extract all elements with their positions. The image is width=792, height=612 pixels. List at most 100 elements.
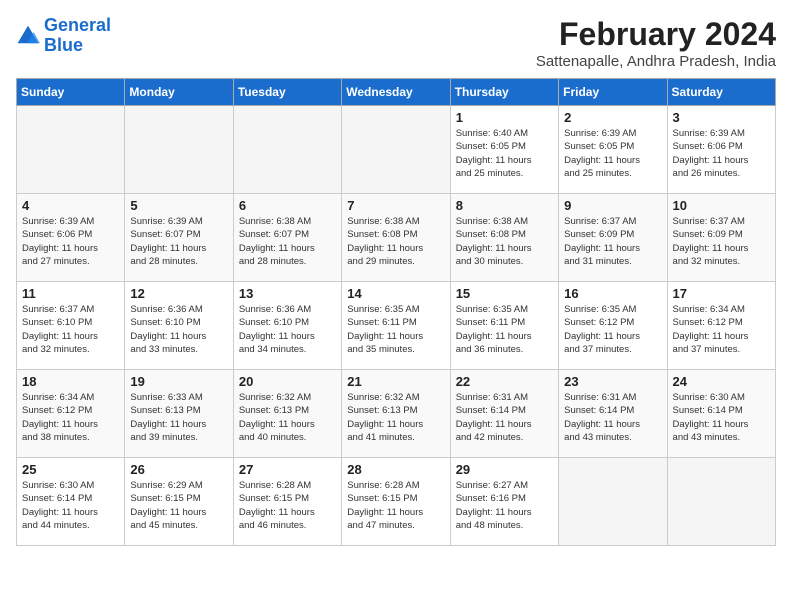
day-number: 16	[564, 286, 661, 301]
day-info: Sunrise: 6:37 AM Sunset: 6:09 PM Dayligh…	[564, 215, 661, 268]
day-cell: 3 Sunrise: 6:39 AM Sunset: 6:06 PM Daylig…	[667, 106, 775, 194]
location: Sattenapalle, Andhra Pradesh, India	[536, 53, 776, 70]
day-info: Sunrise: 6:35 AM Sunset: 6:12 PM Dayligh…	[564, 303, 661, 356]
day-info: Sunrise: 6:37 AM Sunset: 6:10 PM Dayligh…	[22, 303, 119, 356]
day-cell: 28 Sunrise: 6:28 AM Sunset: 6:15 PM Dayli…	[342, 458, 450, 546]
day-number: 4	[22, 198, 119, 213]
day-number: 28	[347, 462, 444, 477]
day-number: 7	[347, 198, 444, 213]
day-cell: 18Sunrise: 6:34 AM Sunset: 6:12 PM Dayli…	[17, 370, 125, 458]
day-cell: 17 Sunrise: 6:34 AM Sunset: 6:12 PM Dayli…	[667, 282, 775, 370]
day-cell: 29Sunrise: 6:27 AM Sunset: 6:16 PM Dayli…	[450, 458, 558, 546]
day-info: Sunrise: 6:39 AM Sunset: 6:06 PM Dayligh…	[673, 127, 770, 180]
day-info: Sunrise: 6:39 AM Sunset: 6:07 PM Dayligh…	[130, 215, 227, 268]
day-cell: 15 Sunrise: 6:35 AM Sunset: 6:11 PM Dayli…	[450, 282, 558, 370]
day-info: Sunrise: 6:36 AM Sunset: 6:10 PM Dayligh…	[130, 303, 227, 356]
day-cell	[125, 106, 233, 194]
day-cell: 2 Sunrise: 6:39 AM Sunset: 6:05 PM Daylig…	[559, 106, 667, 194]
day-info: Sunrise: 6:28 AM Sunset: 6:15 PM Dayligh…	[239, 479, 336, 532]
day-number: 23	[564, 374, 661, 389]
week-row-4: 18Sunrise: 6:34 AM Sunset: 6:12 PM Dayli…	[17, 370, 776, 458]
month-year: February 2024	[536, 16, 776, 53]
day-number: 22	[456, 374, 553, 389]
week-row-2: 4 Sunrise: 6:39 AM Sunset: 6:06 PM Daylig…	[17, 194, 776, 282]
day-info: Sunrise: 6:35 AM Sunset: 6:11 PM Dayligh…	[347, 303, 444, 356]
day-cell: 16 Sunrise: 6:35 AM Sunset: 6:12 PM Dayli…	[559, 282, 667, 370]
day-cell: 26 Sunrise: 6:29 AM Sunset: 6:15 PM Dayli…	[125, 458, 233, 546]
day-number: 13	[239, 286, 336, 301]
day-info: Sunrise: 6:39 AM Sunset: 6:05 PM Dayligh…	[564, 127, 661, 180]
day-cell: 22 Sunrise: 6:31 AM Sunset: 6:14 PM Dayli…	[450, 370, 558, 458]
day-cell	[559, 458, 667, 546]
day-number: 2	[564, 110, 661, 125]
day-cell: 7 Sunrise: 6:38 AM Sunset: 6:08 PM Daylig…	[342, 194, 450, 282]
day-cell: 14 Sunrise: 6:35 AM Sunset: 6:11 PM Dayli…	[342, 282, 450, 370]
day-number: 17	[673, 286, 770, 301]
day-info: Sunrise: 6:38 AM Sunset: 6:07 PM Dayligh…	[239, 215, 336, 268]
day-cell: 12 Sunrise: 6:36 AM Sunset: 6:10 PM Dayli…	[125, 282, 233, 370]
day-info: Sunrise: 6:32 AM Sunset: 6:13 PM Dayligh…	[347, 391, 444, 444]
day-number: 26	[130, 462, 227, 477]
day-info: Sunrise: 6:31 AM Sunset: 6:14 PM Dayligh…	[456, 391, 553, 444]
day-info: Sunrise: 6:37 AM Sunset: 6:09 PM Dayligh…	[673, 215, 770, 268]
logo: General Blue	[16, 16, 111, 56]
day-number: 24	[673, 374, 770, 389]
day-number: 21	[347, 374, 444, 389]
day-number: 27	[239, 462, 336, 477]
day-cell	[233, 106, 341, 194]
title-block: February 2024 Sattenapalle, Andhra Prade…	[536, 16, 776, 70]
day-info: Sunrise: 6:33 AM Sunset: 6:13 PM Dayligh…	[130, 391, 227, 444]
day-cell: 8 Sunrise: 6:38 AM Sunset: 6:08 PM Daylig…	[450, 194, 558, 282]
day-info: Sunrise: 6:31 AM Sunset: 6:14 PM Dayligh…	[564, 391, 661, 444]
logo-text: General Blue	[44, 16, 111, 56]
day-cell: 13Sunrise: 6:36 AM Sunset: 6:10 PM Dayli…	[233, 282, 341, 370]
day-number: 8	[456, 198, 553, 213]
day-number: 5	[130, 198, 227, 213]
day-cell: 11Sunrise: 6:37 AM Sunset: 6:10 PM Dayli…	[17, 282, 125, 370]
day-number: 14	[347, 286, 444, 301]
header-cell-friday: Friday	[559, 79, 667, 106]
day-number: 10	[673, 198, 770, 213]
logo-line1: General	[44, 15, 111, 35]
day-cell: 4 Sunrise: 6:39 AM Sunset: 6:06 PM Daylig…	[17, 194, 125, 282]
day-number: 15	[456, 286, 553, 301]
week-row-1: 1Sunrise: 6:40 AM Sunset: 6:05 PM Daylig…	[17, 106, 776, 194]
day-number: 18	[22, 374, 119, 389]
day-cell	[17, 106, 125, 194]
day-info: Sunrise: 6:40 AM Sunset: 6:05 PM Dayligh…	[456, 127, 553, 180]
day-number: 6	[239, 198, 336, 213]
day-cell: 19 Sunrise: 6:33 AM Sunset: 6:13 PM Dayli…	[125, 370, 233, 458]
day-info: Sunrise: 6:32 AM Sunset: 6:13 PM Dayligh…	[239, 391, 336, 444]
day-cell	[667, 458, 775, 546]
header-cell-thursday: Thursday	[450, 79, 558, 106]
day-info: Sunrise: 6:30 AM Sunset: 6:14 PM Dayligh…	[673, 391, 770, 444]
day-cell: 24 Sunrise: 6:30 AM Sunset: 6:14 PM Dayli…	[667, 370, 775, 458]
day-number: 12	[130, 286, 227, 301]
day-info: Sunrise: 6:39 AM Sunset: 6:06 PM Dayligh…	[22, 215, 119, 268]
day-info: Sunrise: 6:34 AM Sunset: 6:12 PM Dayligh…	[673, 303, 770, 356]
day-info: Sunrise: 6:35 AM Sunset: 6:11 PM Dayligh…	[456, 303, 553, 356]
day-info: Sunrise: 6:38 AM Sunset: 6:08 PM Dayligh…	[456, 215, 553, 268]
day-info: Sunrise: 6:38 AM Sunset: 6:08 PM Dayligh…	[347, 215, 444, 268]
day-number: 19	[130, 374, 227, 389]
week-row-5: 25Sunrise: 6:30 AM Sunset: 6:14 PM Dayli…	[17, 458, 776, 546]
day-number: 9	[564, 198, 661, 213]
page-header: General Blue February 2024 Sattenapalle,…	[16, 16, 776, 70]
day-info: Sunrise: 6:28 AM Sunset: 6:15 PM Dayligh…	[347, 479, 444, 532]
day-cell: 25Sunrise: 6:30 AM Sunset: 6:14 PM Dayli…	[17, 458, 125, 546]
day-cell: 23 Sunrise: 6:31 AM Sunset: 6:14 PM Dayli…	[559, 370, 667, 458]
week-row-3: 11Sunrise: 6:37 AM Sunset: 6:10 PM Dayli…	[17, 282, 776, 370]
day-info: Sunrise: 6:29 AM Sunset: 6:15 PM Dayligh…	[130, 479, 227, 532]
header-cell-sunday: Sunday	[17, 79, 125, 106]
header-row: SundayMondayTuesdayWednesdayThursdayFrid…	[17, 79, 776, 106]
logo-line2: Blue	[44, 35, 83, 55]
logo-icon	[16, 24, 40, 48]
day-cell: 20 Sunrise: 6:32 AM Sunset: 6:13 PM Dayli…	[233, 370, 341, 458]
day-cell: 6 Sunrise: 6:38 AM Sunset: 6:07 PM Daylig…	[233, 194, 341, 282]
header-cell-saturday: Saturday	[667, 79, 775, 106]
day-info: Sunrise: 6:27 AM Sunset: 6:16 PM Dayligh…	[456, 479, 553, 532]
day-number: 3	[673, 110, 770, 125]
header-cell-tuesday: Tuesday	[233, 79, 341, 106]
calendar-table: SundayMondayTuesdayWednesdayThursdayFrid…	[16, 78, 776, 546]
day-number: 20	[239, 374, 336, 389]
